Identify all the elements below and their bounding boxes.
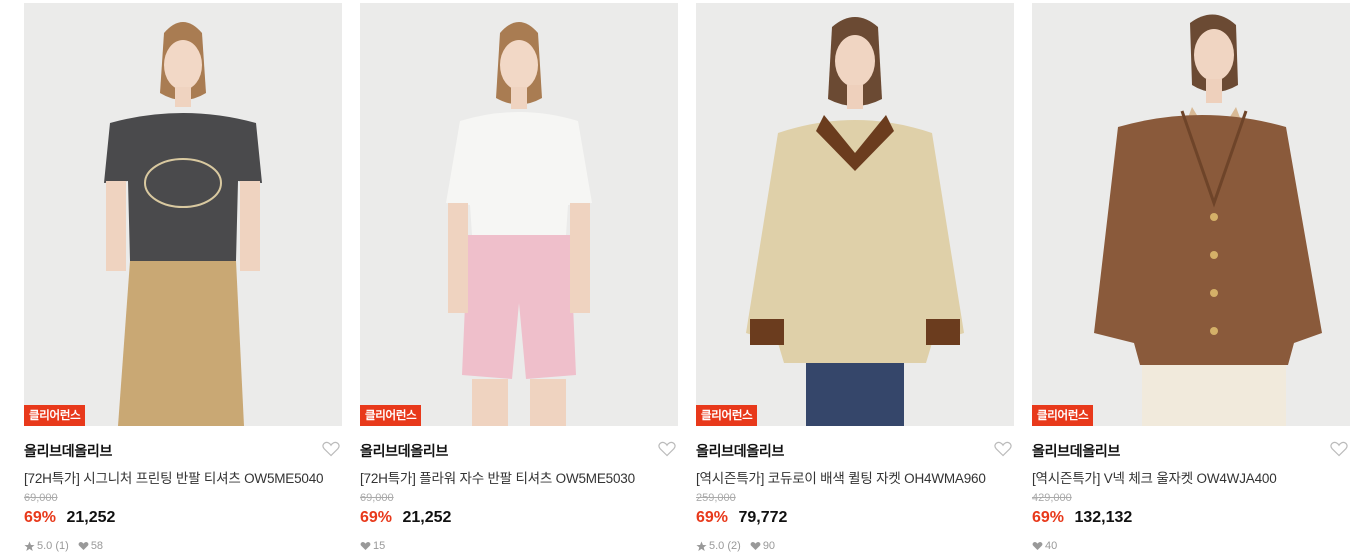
model-photo: [1032, 3, 1350, 426]
like-count: 40: [1045, 540, 1058, 552]
rating-value: 5.0: [709, 540, 725, 552]
product-image[interactable]: 클리어런스: [1032, 3, 1350, 426]
sale-price: 132,132: [1074, 509, 1133, 526]
review-count: (2): [727, 540, 741, 552]
product-title[interactable]: [역시즌특가] 코듀로이 배색 퀼팅 자켓 OH4WMA960: [696, 467, 986, 487]
brand-name[interactable]: 올리브데올리브: [1032, 441, 1120, 461]
product-card[interactable]: 클리어런스 올리브데올리브 [72H특가] 시그니처 프린팅 반팔 티셔츠 OW…: [24, 3, 342, 560]
discount-rate: 69%: [24, 509, 57, 526]
price-row: 69% 21,252: [24, 509, 115, 527]
heart-icon[interactable]: [1330, 441, 1348, 457]
original-price: 259,000: [696, 492, 736, 504]
clearance-badge: 클리어런스: [1032, 405, 1094, 426]
brand-name[interactable]: 올리브데올리브: [360, 441, 448, 461]
model-photo: [696, 3, 1014, 426]
product-card[interactable]: 클리어런스 올리브데올리브 [역시즌특가] 코듀로이 배색 퀼팅 자켓 OH4W…: [696, 3, 1014, 560]
original-price: 429,000: [1032, 492, 1072, 504]
discount-rate: 69%: [360, 509, 393, 526]
heart-icon[interactable]: [322, 441, 340, 457]
sale-price: 21,252: [402, 509, 452, 526]
sale-price: 79,772: [738, 509, 788, 526]
like-count: 58: [90, 540, 104, 552]
clearance-badge: 클리어런스: [24, 405, 86, 426]
heart-filled-icon: [750, 541, 761, 550]
product-image[interactable]: 클리어런스: [360, 3, 678, 426]
heart-icon[interactable]: [658, 441, 676, 457]
brand-name[interactable]: 올리브데올리브: [696, 441, 784, 461]
price-row: 69% 132,132: [1032, 509, 1132, 527]
rating-value: 5.0: [37, 540, 53, 552]
product-title[interactable]: [72H특가] 시그니처 프린팅 반팔 티셔츠 OW5ME5040: [24, 467, 324, 487]
star-icon: [24, 541, 35, 551]
heart-icon[interactable]: [994, 441, 1012, 457]
review-count: (1): [55, 540, 69, 552]
heart-filled-icon: [1032, 541, 1043, 550]
model-photo: [360, 3, 678, 426]
heart-filled-icon: [78, 541, 89, 550]
product-stats: 40: [1032, 540, 1057, 552]
product-card[interactable]: 클리어런스 올리브데올리브 [역시즌특가] V넥 체크 울자켓 OW4WJA40…: [1032, 3, 1350, 560]
clearance-badge: 클리어런스: [360, 405, 422, 426]
product-image[interactable]: 클리어런스: [24, 3, 342, 426]
product-title[interactable]: [역시즌특가] V넥 체크 울자켓 OW4WJA400: [1032, 467, 1277, 487]
sale-price: 21,252: [66, 509, 116, 526]
star-icon: [696, 541, 707, 551]
product-stats: 5.0 (1) 58: [24, 540, 103, 552]
heart-filled-icon: [360, 541, 371, 550]
product-stats: 15: [360, 540, 385, 552]
like-count: 90: [762, 540, 776, 552]
product-card[interactable]: 클리어런스 올리브데올리브 [72H특가] 플라워 자수 반팔 티셔츠 OW5M…: [360, 3, 678, 560]
discount-rate: 69%: [696, 509, 729, 526]
discount-rate: 69%: [1032, 509, 1065, 526]
price-row: 69% 21,252: [360, 509, 451, 527]
model-photo: [24, 3, 342, 426]
product-grid: 클리어런스 올리브데올리브 [72H특가] 시그니처 프린팅 반팔 티셔츠 OW…: [24, 3, 1350, 560]
product-image[interactable]: 클리어런스: [696, 3, 1014, 426]
product-stats: 5.0 (2) 90: [696, 540, 775, 552]
clearance-badge: 클리어런스: [696, 405, 758, 426]
like-count: 15: [373, 540, 386, 552]
brand-name[interactable]: 올리브데올리브: [24, 441, 112, 461]
original-price: 69,000: [24, 492, 58, 504]
price-row: 69% 79,772: [696, 509, 787, 527]
product-title[interactable]: [72H특가] 플라워 자수 반팔 티셔츠 OW5ME5030: [360, 467, 635, 487]
original-price: 69,000: [360, 492, 394, 504]
